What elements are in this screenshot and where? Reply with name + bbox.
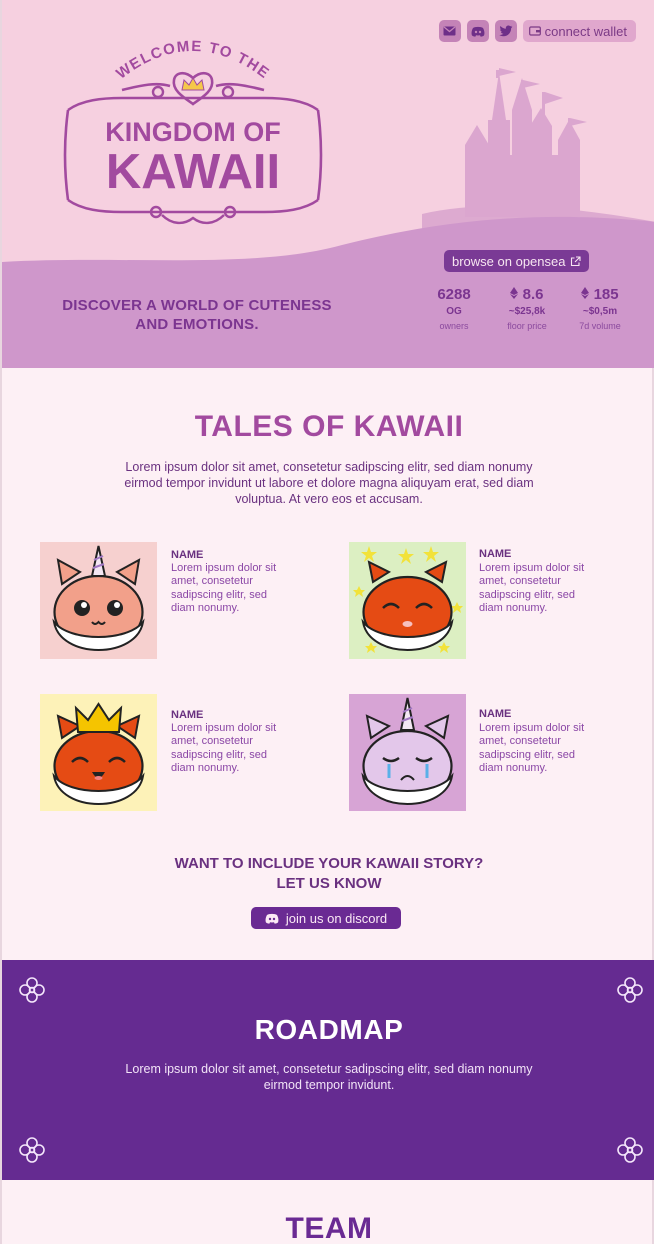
character-image-3 [40,694,157,811]
stat-value: 8.6 [522,286,544,303]
card-text-1: Lorem ipsum dolor sit amet, consetetur s… [171,562,277,614]
stat-sub: ~$25,8k [508,306,546,317]
wallet-icon [528,26,541,36]
stat-sub: OG [446,306,462,317]
unicorn-fox-illustration [52,545,145,652]
mail-button[interactable] [438,20,461,42]
stat-owners: 6288 OG owners [422,286,486,332]
card-name-4: NAME [479,708,512,720]
card-name-2: NAME [479,548,512,560]
happy-fox-illustration [353,546,463,653]
svg-text:WELCOME TO THE: WELCOME TO THE [113,40,273,83]
mail-icon [443,26,456,36]
card-text-2: Lorem ipsum dolor sit amet, consetetur s… [479,562,585,614]
external-link-icon [571,255,582,266]
kingdom-logo: WELCOME TO THE KINGDOM OF KAWAII [63,40,323,225]
eth-icon [581,287,590,299]
discord-icon [471,26,485,37]
connect-wallet-label: connect wallet [544,23,627,39]
ornament-icon [617,977,643,1003]
stat-sub: ~$0,5m [582,306,618,317]
stat-label: floor price [507,321,547,331]
team-title: TEAM [285,1212,373,1244]
eth-icon [510,287,519,299]
twitter-button[interactable] [494,20,517,42]
browse-opensea-button[interactable]: browse on opensea [444,250,590,272]
join-discord-label: join us on discord [285,910,388,926]
stat-label: 7d volume [579,321,621,331]
card-name-3: NAME [171,709,204,721]
logo-line-2: KAWAII [106,145,280,199]
stat-label: owners [439,321,469,331]
connect-wallet-button[interactable]: connect wallet [522,20,636,42]
card-name-1: NAME [171,549,204,561]
tales-title: TALES OF KAWAII [194,410,464,443]
stats-panel: 6288 OG owners 8.6 ~$25,8k floor price 1… [422,286,632,332]
sad-unicorn-illustration [361,697,454,806]
hero-section: connect wallet WELCOME TO THE KINGDOM OF… [2,0,654,368]
stat-value: 185 [593,286,619,303]
character-image-1 [40,542,157,659]
ornament-icon [617,1137,643,1163]
card-text-3: Lorem ipsum dolor sit amet, consetetur s… [171,722,277,774]
roadmap-title: ROADMAP [254,1014,404,1045]
character-image-2 [349,542,466,659]
crowned-fox-illustration [52,702,145,806]
story-cta: WANT TO INCLUDE YOUR KAWAII STORY? LET U… [2,854,654,894]
stat-7d-volume: 185 ~$0,5m 7d volume [568,286,632,332]
story-cta-line-2: LET US KNOW [276,875,382,892]
tales-description: Lorem ipsum dolor sit amet, consetetur s… [124,460,534,506]
card-text-4: Lorem ipsum dolor sit amet, consetetur s… [479,722,585,774]
top-nav: connect wallet [438,20,636,42]
join-discord-button[interactable]: join us on discord [251,907,401,929]
logo-line-1: KINGDOM OF [105,117,281,147]
roadmap-description: Lorem ipsum dolor sit amet, consetetur s… [125,1062,533,1092]
discord-button[interactable] [466,20,489,42]
roadmap-section: ROADMAP Lorem ipsum dolor sit amet, cons… [2,960,654,1180]
twitter-icon [498,25,513,37]
ornament-icon [19,977,45,1003]
ornament-icon [19,1137,45,1163]
hero-tagline: DISCOVER A WORLD OF CUTENESS AND EMOTION… [62,297,332,333]
story-cta-line-1: WANT TO INCLUDE YOUR KAWAII STORY? [174,855,484,872]
page: connect wallet WELCOME TO THE KINGDOM OF… [0,0,654,1244]
stat-value: 6288 [437,286,471,303]
browse-opensea-label: browse on opensea [452,253,566,269]
logo-welcome-text: WELCOME TO THE [113,40,271,83]
discord-icon [265,913,279,924]
stat-floor-price: 8.6 ~$25,8k floor price [495,286,559,332]
character-image-4 [349,694,466,811]
